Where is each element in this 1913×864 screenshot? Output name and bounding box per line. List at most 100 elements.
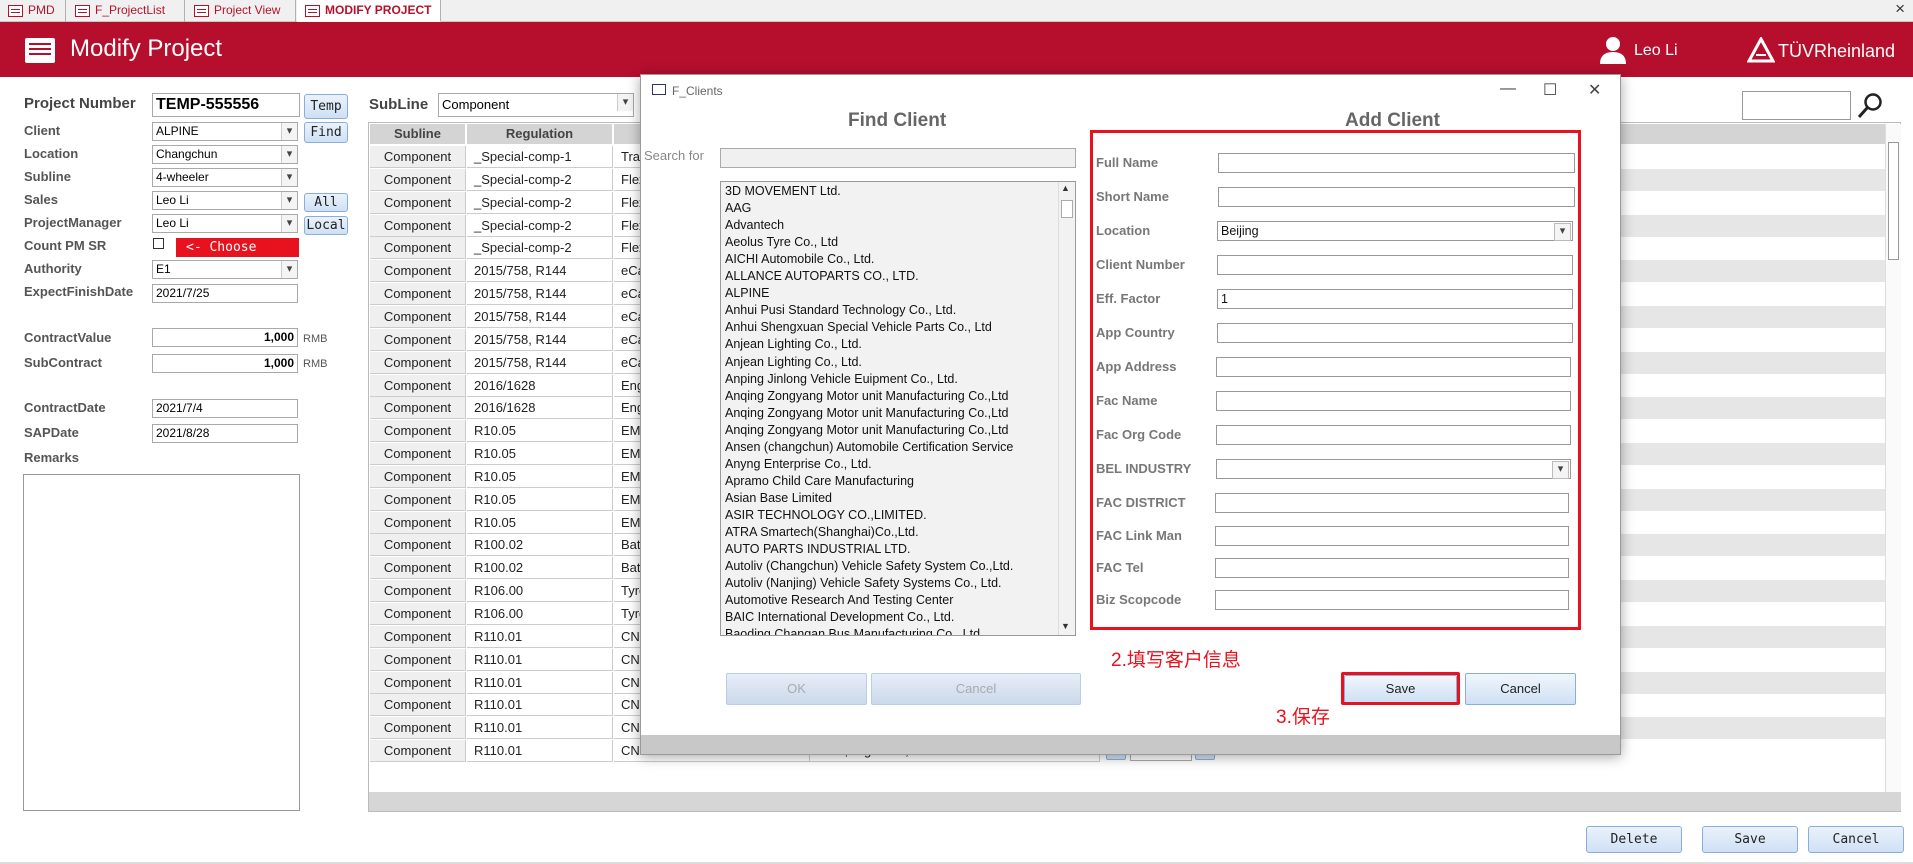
add-client-field-fac-org-code[interactable] <box>1216 425 1571 445</box>
expect-finish-date-field[interactable]: 2021/7/25 <box>152 284 298 303</box>
add-client-field-fac-tel[interactable] <box>1215 558 1569 578</box>
save-button[interactable]: Save <box>1702 826 1798 853</box>
cell-subline: Component <box>370 420 466 443</box>
add-client-field-short-name[interactable] <box>1218 187 1575 207</box>
client-list-item[interactable]: Anqing Zongyang Motor unit Manufacturing… <box>725 388 1009 405</box>
local-pm-button[interactable]: Local <box>304 216 348 235</box>
client-list-item[interactable]: Anjean Lighting Co., Ltd. <box>725 354 862 371</box>
sap-date-label: SAPDate <box>24 425 79 440</box>
search-input[interactable] <box>1742 91 1851 120</box>
client-list-item[interactable]: Anyng Enterprise Co., Ltd. <box>725 456 872 473</box>
close-document-button[interactable]: × <box>1895 0 1905 19</box>
project-manager-select[interactable]: Leo Li <box>152 214 298 233</box>
client-list-item[interactable]: Anjean Lighting Co., Ltd. <box>725 336 862 353</box>
header-bar <box>0 22 1913 77</box>
sales-select[interactable]: Leo Li <box>152 191 298 210</box>
subcontract-field[interactable]: 1,000 <box>152 354 298 373</box>
tab-project-view[interactable]: Project View <box>186 0 296 22</box>
cell-subline: Component <box>370 328 466 351</box>
contract-value-field[interactable]: 1,000 <box>152 328 298 347</box>
all-sales-button[interactable]: All <box>304 193 348 212</box>
cell-subline: Component <box>370 305 466 328</box>
client-list-item[interactable]: AAG <box>725 200 751 217</box>
cell-regulation: R110.01 <box>467 740 613 763</box>
client-list-item[interactable]: Anhui Pusi Standard Technology Co., Ltd. <box>725 302 956 319</box>
client-list-item[interactable]: AUTO PARTS INDUSTRIAL LTD. <box>725 541 910 558</box>
client-list-item[interactable]: Asian Base Limited <box>725 490 832 507</box>
count-pm-sr-checkbox[interactable] <box>153 238 164 249</box>
find-client-button[interactable]: Find <box>304 122 348 143</box>
add-client-field-eff-factor[interactable]: 1 <box>1217 289 1573 309</box>
client-list-item[interactable]: Anqing Zongyang Motor unit Manufacturing… <box>725 405 1009 422</box>
search-icon[interactable] <box>1857 92 1883 120</box>
client-list-item[interactable]: ALPINE <box>725 285 769 302</box>
subline-select[interactable]: 4-wheeler <box>152 168 298 187</box>
tab-modify-project[interactable]: MODIFY PROJECT <box>297 0 441 22</box>
client-list-item[interactable]: Anqing Zongyang Motor unit Manufacturing… <box>725 422 1009 439</box>
location-select[interactable]: Changchun <box>152 145 298 164</box>
grid-horizontal-scrollbar[interactable] <box>369 792 1901 811</box>
temp-button[interactable]: Temp <box>304 94 348 119</box>
client-listbox[interactable]: 3D MOVEMENT Ltd. AAG Advantech Aeolus Tyre … <box>720 181 1076 636</box>
contract-date-field[interactable]: 2021/7/4 <box>152 399 298 418</box>
cell-regulation: 2015/758, R144 <box>467 328 613 351</box>
client-list-item[interactable]: Anping Jinlong Vehicle Euipment Co., Ltd… <box>725 371 958 388</box>
add-client-field-fac-link-man[interactable] <box>1215 526 1569 546</box>
cell-subline: Component <box>370 168 466 191</box>
minimize-button[interactable]: — <box>1500 80 1516 98</box>
client-list-item[interactable]: Autoliv (Changchun) Vehicle Safety Syste… <box>725 558 1013 575</box>
cell-regulation: R10.05 <box>467 465 613 488</box>
client-list-item[interactable]: ATRA Smartech(Shanghai)Co.,Ltd. <box>725 524 919 541</box>
scroll-up-icon[interactable]: ▲ <box>1061 183 1070 193</box>
scrollbar-thumb[interactable] <box>1888 142 1899 260</box>
client-list-item[interactable]: Automotive Research And Testing Center <box>725 592 953 609</box>
subline-filter-select[interactable]: Component <box>438 93 634 117</box>
scrollbar-thumb[interactable] <box>1061 200 1073 218</box>
remarks-textarea[interactable] <box>23 474 300 811</box>
client-list-item[interactable]: ALLANCE AUTOPARTS CO., LTD. <box>725 268 919 285</box>
client-list-item[interactable]: Advantech <box>725 217 784 234</box>
add-client-field-client-number[interactable] <box>1217 255 1573 275</box>
cancel-button[interactable]: Cancel <box>1808 826 1904 853</box>
client-list-item[interactable]: Apramo Child Care Manufacturing <box>725 473 914 490</box>
client-list-item[interactable]: 3D MOVEMENT Ltd. <box>725 183 841 200</box>
ok-button[interactable]: OK <box>726 673 867 705</box>
tab-pmd[interactable]: PMD <box>0 0 66 22</box>
sap-date-field[interactable]: 2021/8/28 <box>152 424 298 443</box>
dialog-title: F_Clients <box>672 84 723 98</box>
cell-regulation: 2015/758, R144 <box>467 305 613 328</box>
tab-f-projectlist[interactable]: F_ProjectList <box>67 0 185 22</box>
tab-label: MODIFY PROJECT <box>325 3 432 17</box>
client-list-item[interactable]: BAIC International Development Co., Ltd. <box>725 609 954 626</box>
add-client-field-bel-industry[interactable] <box>1216 459 1571 479</box>
dialog-titlebar <box>641 75 1620 107</box>
close-dialog-button[interactable]: ✕ <box>1588 80 1601 100</box>
client-search-input[interactable] <box>720 148 1076 168</box>
authority-select[interactable]: E1 <box>152 260 298 279</box>
add-client-field-biz-scopcode[interactable] <box>1215 590 1569 610</box>
maximize-button[interactable]: ☐ <box>1543 80 1557 100</box>
add-client-field-full-name[interactable] <box>1218 153 1575 173</box>
scroll-down-icon[interactable]: ▼ <box>1061 621 1070 631</box>
add-client-field-app-country[interactable] <box>1217 323 1573 343</box>
client-list-item[interactable]: Baoding Changan Bus Manufacturing Co., L… <box>725 626 980 635</box>
cancel-search-button[interactable]: Cancel <box>871 673 1081 705</box>
client-list-scrollbar[interactable] <box>1058 182 1075 635</box>
client-list-item[interactable]: AICHI Automobile Co., Ltd. <box>725 251 874 268</box>
add-client-field-fac-district[interactable] <box>1215 493 1569 513</box>
client-list-item[interactable]: Autoliv (Nanjing) Vehicle Safety Systems… <box>725 575 1002 592</box>
add-client-field-app-address[interactable] <box>1216 357 1571 377</box>
project-number-field[interactable]: TEMP-555556 <box>152 93 300 117</box>
delete-button[interactable]: Delete <box>1586 826 1682 853</box>
add-client-label: FAC Tel <box>1096 560 1144 575</box>
client-select[interactable]: ALPINE <box>152 122 298 141</box>
client-list-item[interactable]: Anhui Shengxuan Special Vehicle Parts Co… <box>725 319 992 336</box>
grid-vertical-scrollbar[interactable] <box>1885 124 1901 792</box>
add-client-field-location[interactable]: Beijing <box>1217 221 1573 241</box>
client-list-item[interactable]: Aeolus Tyre Co., Ltd <box>725 234 838 251</box>
client-list-item[interactable]: ASIR TECHNOLOGY CO.,LIMITED. <box>725 507 927 524</box>
add-client-field-fac-name[interactable] <box>1216 391 1571 411</box>
cell-subline: Component <box>370 511 466 534</box>
cancel-client-button[interactable]: Cancel <box>1465 673 1576 705</box>
client-list-item[interactable]: Ansen (changchun) Automobile Certificati… <box>725 439 1013 456</box>
